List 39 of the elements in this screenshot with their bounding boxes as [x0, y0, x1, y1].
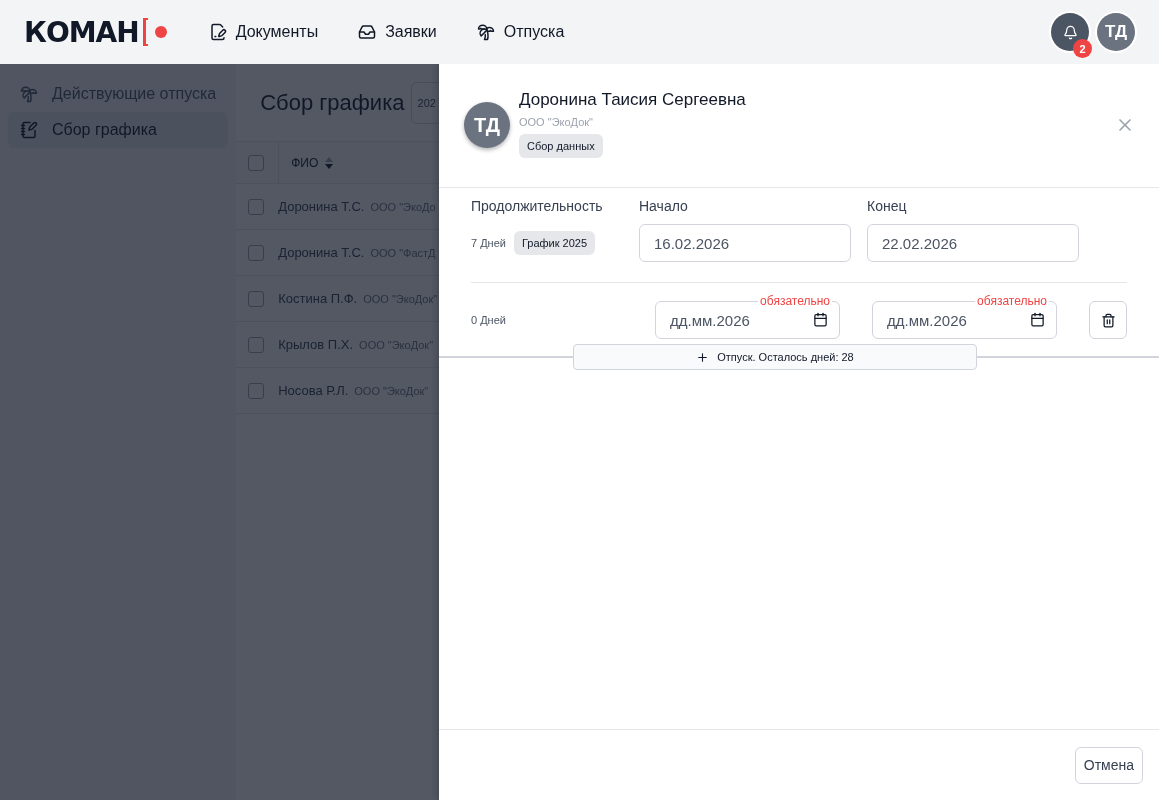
status-tag: Сбор данных: [519, 134, 603, 158]
table-cell: Костина П.Ф.: [278, 291, 358, 306]
nav-link[interactable]: Отпуска: [476, 19, 565, 45]
notification-count: 2: [1073, 39, 1092, 58]
error-label: обязательно: [975, 294, 1049, 308]
date-field[interactable]: 22.02.2026: [867, 224, 1079, 262]
table-cell: Доронина Т.С.: [278, 199, 365, 214]
table-cell: Доронина Т.С.: [278, 245, 365, 260]
nav-link[interactable]: Документы: [208, 19, 319, 45]
palm-tree-icon: [476, 23, 495, 41]
employee-name: Доронина Таисия Сергеевна: [519, 90, 746, 110]
error-label: обязательно: [758, 294, 832, 308]
page-title: Сбор графика: [260, 89, 405, 116]
column-label: Конец: [867, 198, 908, 216]
calendar-icon[interactable]: [813, 312, 828, 327]
plus-icon: [696, 350, 710, 364]
column-label: Начало: [639, 198, 689, 216]
days-count: 7 Дней: [471, 237, 506, 249]
cancel-button[interactable]: Отмена: [1074, 746, 1143, 784]
days-count: 0 Дней: [471, 314, 506, 326]
table-cell: Носова Р.Л.: [278, 383, 349, 398]
inbox-icon: [358, 23, 377, 41]
notifications-button[interactable]: [1051, 13, 1089, 51]
logo-text: КОМАН: [24, 15, 139, 49]
company-text: ООО "ЭкоДок": [519, 116, 593, 128]
user-avatar[interactable]: ТД: [1097, 13, 1135, 51]
column-label: Продолжительность: [471, 198, 604, 216]
calendar-icon[interactable]: [1030, 312, 1045, 327]
delete-button[interactable]: [1089, 301, 1127, 339]
bell-icon: [1062, 24, 1078, 40]
date-field[interactable]: 16.02.2026: [639, 224, 851, 262]
logo-mark-icon: [140, 17, 169, 47]
nav-link[interactable]: Заявки: [358, 19, 437, 45]
schedule-tag: График 2025: [513, 231, 596, 255]
user-avatar: ТД: [464, 102, 510, 148]
trash-icon: [1100, 312, 1116, 328]
table-cell: Крылов П.Х.: [278, 337, 354, 352]
document-pen-icon: [208, 23, 227, 41]
add-vacation-button[interactable]: Отпуск. Осталось дней: 28: [573, 344, 977, 370]
